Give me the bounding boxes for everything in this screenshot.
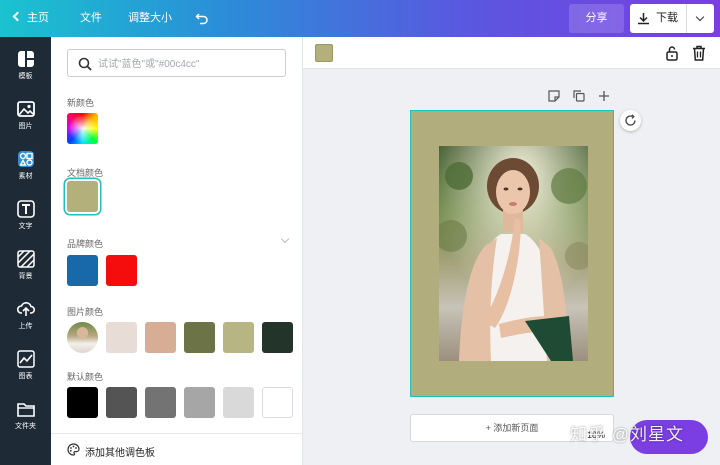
search-icon: [78, 57, 92, 71]
default-color-swatch[interactable]: [223, 387, 254, 418]
note-icon[interactable]: [548, 90, 560, 102]
color-search-input[interactable]: [98, 54, 278, 74]
rail-item-folders[interactable]: 文件夹: [0, 391, 51, 441]
new-color-picker[interactable]: [67, 113, 98, 144]
palette-icon: [67, 443, 80, 456]
top-bar: 主页 文件 调整大小 分享 下载: [0, 0, 720, 37]
default-color-swatch[interactable]: [184, 387, 215, 418]
undo-icon: [195, 11, 209, 25]
rail-label: 模板: [0, 71, 51, 81]
duplicate-page-icon[interactable]: [573, 90, 585, 102]
text-icon: [17, 200, 35, 218]
canvas-toolbar: [303, 37, 720, 69]
chart-icon: [17, 350, 35, 368]
default-color-swatch[interactable]: [106, 387, 137, 418]
rail-item-background[interactable]: 背景: [0, 241, 51, 291]
resize-menu[interactable]: 调整大小: [128, 0, 172, 37]
document-color-swatch[interactable]: [67, 181, 98, 212]
photo-color-swatch[interactable]: [106, 322, 137, 353]
rail-item-photos[interactable]: 图片: [0, 91, 51, 141]
color-search: [67, 49, 286, 77]
rail-label: 图片: [0, 121, 51, 131]
add-palette-button[interactable]: 添加其他调色板: [51, 433, 302, 465]
photo-color-swatch[interactable]: [262, 322, 293, 353]
portrait-photo[interactable]: [439, 146, 588, 361]
rail-label: 上传: [0, 321, 51, 331]
template-icon: [17, 50, 35, 68]
photo-color-swatch[interactable]: [184, 322, 215, 353]
brand-color-swatch[interactable]: [67, 255, 98, 286]
elements-icon: [17, 150, 35, 168]
rail-item-text[interactable]: 文字: [0, 191, 51, 241]
upload-icon: [17, 300, 35, 318]
brand-colors-expand-icon[interactable]: [281, 235, 289, 243]
chevron-down-icon: [696, 13, 704, 21]
share-button[interactable]: 分享: [569, 4, 624, 33]
folder-icon: [17, 400, 35, 418]
rail-label: 文字: [0, 221, 51, 231]
photo-icon: [17, 100, 35, 118]
rail-label: 背景: [0, 271, 51, 281]
add-palette-label: 添加其他调色板: [85, 444, 155, 459]
home-button[interactable]: 主页: [14, 0, 49, 37]
photo-color-swatch[interactable]: [223, 322, 254, 353]
design-page[interactable]: [410, 110, 614, 397]
add-page-icon[interactable]: [598, 90, 610, 102]
download-button[interactable]: 下载: [630, 4, 686, 33]
rotate-icon: [624, 114, 637, 127]
default-color-swatch[interactable]: [262, 387, 293, 418]
brand-colors-label: 品牌颜色: [67, 237, 103, 250]
rail-item-elements[interactable]: 素材: [0, 141, 51, 191]
default-color-swatch[interactable]: [145, 387, 176, 418]
portrait-illustration: [439, 146, 588, 361]
side-rail: 模板 图片 素材 文字 背景 上传 图表 文件夹: [0, 37, 51, 465]
default-color-swatch[interactable]: [67, 387, 98, 418]
lock-icon[interactable]: [665, 45, 679, 61]
text-color-button[interactable]: [315, 44, 333, 62]
rail-label: 文件夹: [0, 421, 51, 431]
rail-item-charts[interactable]: 图表: [0, 341, 51, 391]
document-colors-label: 文档颜色: [67, 166, 103, 179]
photo-color-swatch[interactable]: [145, 322, 176, 353]
photo-colors-label: 图片颜色: [67, 305, 103, 318]
trash-icon[interactable]: [692, 45, 706, 61]
rail-label: 素材: [0, 171, 51, 181]
color-panel: 新颜色 文档颜色 品牌颜色 图片颜色 默认颜色 添加其他调色板: [51, 37, 303, 465]
rotate-handle[interactable]: [620, 110, 641, 131]
rail-item-templates[interactable]: 模板: [0, 41, 51, 91]
background-icon: [17, 250, 35, 268]
default-colors-label: 默认颜色: [67, 370, 103, 383]
watermark-text: 知乎 @刘星文: [570, 420, 684, 445]
photo-thumbnail[interactable]: [67, 322, 98, 353]
download-options-button[interactable]: [686, 4, 714, 33]
download-icon: [637, 12, 650, 25]
undo-button[interactable]: [194, 0, 210, 37]
rail-item-upload[interactable]: 上传: [0, 291, 51, 341]
rail-label: 图表: [0, 371, 51, 381]
download-label: 下载: [656, 12, 678, 24]
new-color-label: 新颜色: [67, 96, 94, 109]
home-label: 主页: [27, 12, 49, 24]
chevron-left-icon: [13, 12, 23, 22]
brand-color-swatch[interactable]: [106, 255, 137, 286]
file-menu[interactable]: 文件: [80, 0, 102, 37]
